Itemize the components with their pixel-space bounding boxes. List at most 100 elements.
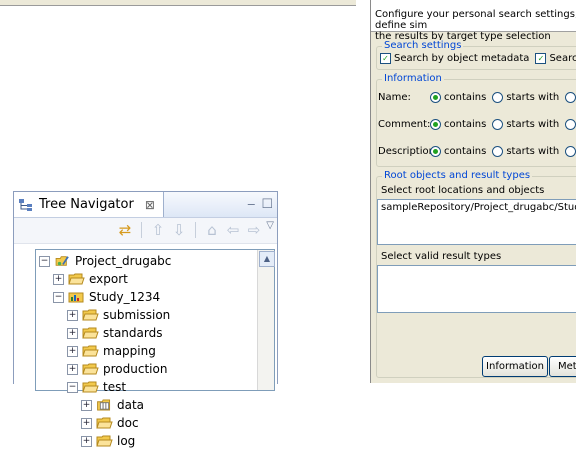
expand-icon[interactable]: +: [67, 363, 78, 375]
collapse-icon[interactable]: −: [39, 255, 50, 267]
tree-node-test[interactable]: − test: [67, 378, 171, 396]
radio-icon: [565, 119, 576, 130]
tree-node-label: production: [103, 362, 168, 376]
row-label: Description:: [378, 146, 439, 157]
tree-scrollbar[interactable]: ▲: [257, 250, 275, 390]
close-tab-icon[interactable]: ⊠: [145, 198, 155, 212]
tree-navigator-title: Tree Navigator: [39, 197, 134, 212]
toolbar-separator: [195, 222, 196, 238]
information-button[interactable]: Information: [482, 356, 548, 377]
tree-navigator-tab[interactable]: Tree Navigator ⊠: [14, 192, 164, 217]
maximize-icon[interactable]: ☐: [261, 197, 273, 212]
tree-node-standards[interactable]: + standards: [67, 324, 171, 342]
name-match-row: Name: contains starts with equal: [378, 92, 576, 103]
data-library-icon: [97, 399, 111, 411]
tree-node-label: doc: [117, 416, 139, 430]
tree-node-label: standards: [103, 326, 163, 340]
group-title: Search settings: [382, 40, 464, 51]
folder-icon: [82, 363, 99, 375]
expand-icon[interactable]: +: [67, 345, 78, 357]
move-down-icon[interactable]: ⇩: [170, 221, 188, 239]
root-locations-list[interactable]: sampleRepository/Project_drugabc/Study_1…: [377, 199, 576, 245]
comment-starts-with-radio[interactable]: starts with: [492, 119, 559, 130]
name-starts-with-radio[interactable]: starts with: [492, 92, 559, 103]
tree-node-label: Project_drugabc: [75, 254, 172, 268]
tree-node-production[interactable]: + production: [67, 360, 171, 378]
expand-icon[interactable]: +: [67, 327, 78, 339]
comment-equal-radio[interactable]: equal: [565, 119, 576, 130]
checkbox-checked-icon: ✓: [380, 53, 391, 64]
result-types-list[interactable]: [377, 265, 576, 313]
comment-contains-radio[interactable]: contains: [430, 119, 486, 130]
metadata-button[interactable]: Meta: [549, 356, 576, 377]
move-up-icon[interactable]: ⇧: [149, 221, 167, 239]
expand-icon[interactable]: +: [81, 417, 92, 429]
checkbox-label: Search by object metadata: [394, 53, 530, 64]
back-icon[interactable]: ⇦: [224, 221, 242, 239]
tree-node-label: export: [89, 272, 128, 286]
select-types-label: Select valid result types: [381, 251, 502, 262]
radio-icon: [565, 92, 576, 103]
root-location-item[interactable]: sampleRepository/Project_drugabc/Study_1…: [378, 200, 576, 213]
window-top-edge: [0, 0, 356, 6]
description-contains-radio[interactable]: contains: [430, 146, 486, 157]
expand-icon[interactable]: +: [81, 399, 92, 411]
forward-icon[interactable]: ⇨: [245, 221, 263, 239]
toolbar-icons: ⇄ ⇧ ⇩ ⌂ ⇦ ⇨: [116, 221, 263, 239]
radio-label: contains: [444, 146, 487, 157]
dialog-title-band: [371, 0, 576, 9]
tree-node-project[interactable]: − Project_drugabc: [39, 252, 171, 270]
tree-node-label: Study_1234: [89, 290, 161, 304]
folder-icon: [82, 345, 99, 357]
dialog-description: Configure your personal search settings,…: [371, 9, 576, 42]
tree-node-mapping[interactable]: + mapping: [67, 342, 171, 360]
tree-navigator-header: Tree Navigator ⊠ ‒ ☐: [14, 192, 277, 218]
group-title: Information: [382, 73, 444, 84]
tree-node-export[interactable]: + export: [53, 270, 171, 288]
view-controls: ‒ ☐: [247, 197, 273, 212]
radio-label: contains: [444, 119, 487, 130]
project-icon: [55, 256, 69, 266]
description-equal-radio[interactable]: equal: [565, 146, 576, 157]
search-settings-group: Search settings ✓ Search by object metad…: [376, 40, 576, 70]
tree-node-log[interactable]: + log: [81, 432, 171, 450]
search-in-object-checkbox[interactable]: ✓ Search in object: [535, 53, 576, 64]
expand-icon[interactable]: +: [53, 273, 64, 285]
minimize-icon[interactable]: ‒: [247, 197, 255, 212]
tree-toolbar: ⇄ ⇧ ⇩ ⌂ ⇦ ⇨ ▽: [14, 218, 277, 244]
tree-list: − Project_drugabc + export − Study_1234 …: [39, 252, 171, 450]
tree-node-doc[interactable]: + doc: [81, 414, 171, 432]
expand-icon[interactable]: +: [67, 309, 78, 321]
tree-navigator-icon: [19, 198, 32, 211]
tree-node-data[interactable]: + data: [81, 396, 171, 414]
name-equal-radio[interactable]: equal: [565, 92, 576, 103]
information-group: Information Name: contains starts with e…: [376, 73, 576, 167]
expand-icon[interactable]: +: [81, 435, 92, 447]
search-by-metadata-checkbox[interactable]: ✓ Search by object metadata: [380, 53, 529, 64]
tree-node-label: data: [117, 398, 145, 412]
checkbox-checked-icon: ✓: [535, 53, 547, 64]
description-match-row: Description: contains starts with equal: [378, 146, 576, 157]
select-root-label: Select root locations and objects: [381, 185, 545, 196]
name-contains-radio[interactable]: contains: [430, 92, 486, 103]
search-options-row: ✓ Search by object metadata ✓ Search in …: [380, 53, 576, 64]
toolbar-separator: [141, 222, 142, 238]
description-starts-with-radio[interactable]: starts with: [492, 146, 559, 157]
study-icon: [68, 292, 84, 303]
folder-icon: [82, 309, 99, 321]
radio-selected-icon: [430, 92, 441, 103]
folder-icon: [96, 435, 113, 447]
collapse-icon[interactable]: −: [67, 381, 78, 393]
view-menu-icon[interactable]: ▽: [266, 220, 274, 231]
scroll-up-icon[interactable]: ▲: [259, 251, 275, 267]
tree-node-study[interactable]: − Study_1234: [53, 288, 171, 306]
radio-selected-icon: [430, 146, 441, 157]
collapse-icon[interactable]: −: [53, 291, 64, 303]
radio-selected-icon: [430, 119, 441, 130]
radio-icon: [492, 146, 504, 157]
home-icon[interactable]: ⌂: [203, 221, 221, 239]
sync-icon[interactable]: ⇄: [116, 221, 134, 239]
folder-icon: [68, 273, 85, 285]
folder-icon: [82, 327, 99, 339]
tree-node-submission[interactable]: + submission: [67, 306, 171, 324]
